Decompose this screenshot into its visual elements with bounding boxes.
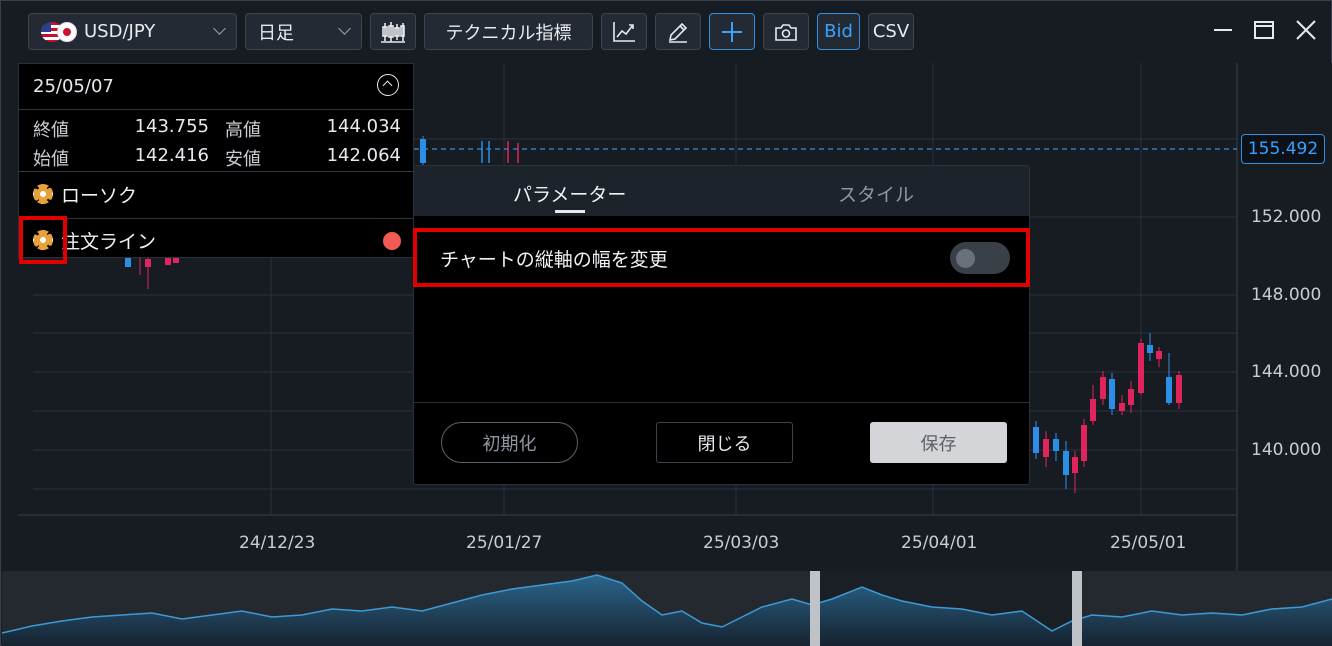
pencil-icon	[668, 22, 688, 43]
open-value: 142.416	[134, 145, 209, 166]
collapse-icon[interactable]	[377, 74, 399, 96]
close-label: 終値	[33, 120, 69, 141]
draw-button[interactable]	[655, 13, 701, 50]
bid-toggle[interactable]: Bid	[817, 13, 860, 50]
compare-chart-button[interactable]	[601, 13, 647, 50]
y-axis-label: 148.000	[1251, 285, 1322, 305]
highlight-setting-row	[413, 228, 1030, 287]
x-axis-label: 25/03/03	[703, 533, 780, 553]
high-label: 高値	[225, 120, 261, 141]
highlight-gear	[19, 216, 67, 264]
minimize-icon[interactable]	[1210, 17, 1236, 43]
y-axis-label: 144.000	[1251, 362, 1322, 382]
close-button[interactable]: 閉じる	[656, 422, 793, 463]
plus-icon	[722, 21, 742, 42]
x-axis-label: 24/12/23	[239, 533, 316, 553]
divider	[19, 171, 413, 172]
candlestick-icon	[381, 21, 405, 43]
layer-color-dot[interactable]	[383, 232, 401, 250]
toolbar: USD/JPY 日足 テクニカル指標 Bid CSV	[1, 1, 1332, 63]
divider	[414, 402, 1029, 403]
current-price-tag: 155.492	[1241, 134, 1325, 164]
info-date: 25/05/07	[33, 76, 114, 97]
chart-window: USD/JPY 日足 テクニカル指標 Bid CSV 155.492 152.0…	[0, 0, 1332, 646]
tab-style[interactable]: スタイル	[838, 180, 914, 207]
y-axis-label: 152.000	[1251, 207, 1322, 227]
ohlc-info-panel: 25/05/07 終値 143.755 高値 144.034 始値 142.41…	[18, 63, 414, 258]
open-label: 始値	[33, 149, 69, 170]
gear-icon[interactable]	[33, 184, 53, 204]
technical-indicators-button[interactable]: テクニカル指標	[424, 13, 593, 50]
crosshair-button[interactable]	[709, 13, 755, 50]
layer-candles-label[interactable]: ローソク	[61, 181, 137, 208]
x-axis-label: 25/05/01	[1110, 533, 1187, 553]
y-axis-label: 140.000	[1251, 440, 1322, 460]
divider	[19, 218, 413, 219]
low-label: 安値	[225, 149, 261, 170]
technical-indicators-label: テクニカル指標	[445, 22, 572, 44]
close-icon[interactable]	[1293, 17, 1319, 43]
screenshot-button[interactable]	[763, 13, 809, 50]
divider	[19, 109, 413, 110]
line-chart-icon	[613, 21, 635, 42]
active-tab-indicator	[555, 210, 585, 213]
csv-label: CSV	[872, 21, 910, 42]
layer-order-line-label[interactable]: 注文ライン	[61, 227, 156, 254]
save-button[interactable]: 保存	[870, 422, 1007, 463]
navigator-right-handle[interactable]	[1072, 571, 1082, 646]
close-value: 143.755	[134, 116, 209, 137]
dialog-tabs: パラメーター スタイル	[414, 166, 1029, 216]
chevron-down-icon	[213, 22, 226, 35]
tab-parameters[interactable]: パラメーター	[513, 180, 626, 207]
symbol-select[interactable]: USD/JPY	[28, 13, 237, 50]
symbol-label: USD/JPY	[84, 21, 156, 42]
timeframe-select[interactable]: 日足	[245, 13, 362, 50]
chart-navigator[interactable]	[2, 571, 1332, 646]
usd-jpy-flag-icon	[41, 20, 79, 44]
x-axis-label: 25/04/01	[901, 533, 978, 553]
csv-button[interactable]: CSV	[868, 13, 914, 50]
reset-button[interactable]: 初期化	[441, 422, 578, 463]
x-axis-label: 25/01/27	[466, 533, 543, 553]
maximize-icon[interactable]	[1251, 17, 1277, 43]
navigator-left-handle[interactable]	[810, 571, 820, 646]
chart-type-button[interactable]	[370, 13, 416, 50]
camera-icon	[775, 23, 797, 41]
high-value: 144.034	[326, 116, 401, 137]
settings-dialog: パラメーター スタイル チャートの縦軸の幅を変更 初期化 閉じる 保存	[413, 165, 1030, 485]
timeframe-label: 日足	[258, 22, 294, 44]
bid-label: Bid	[824, 21, 853, 42]
low-value: 142.064	[326, 145, 401, 166]
chevron-down-icon	[338, 22, 351, 35]
